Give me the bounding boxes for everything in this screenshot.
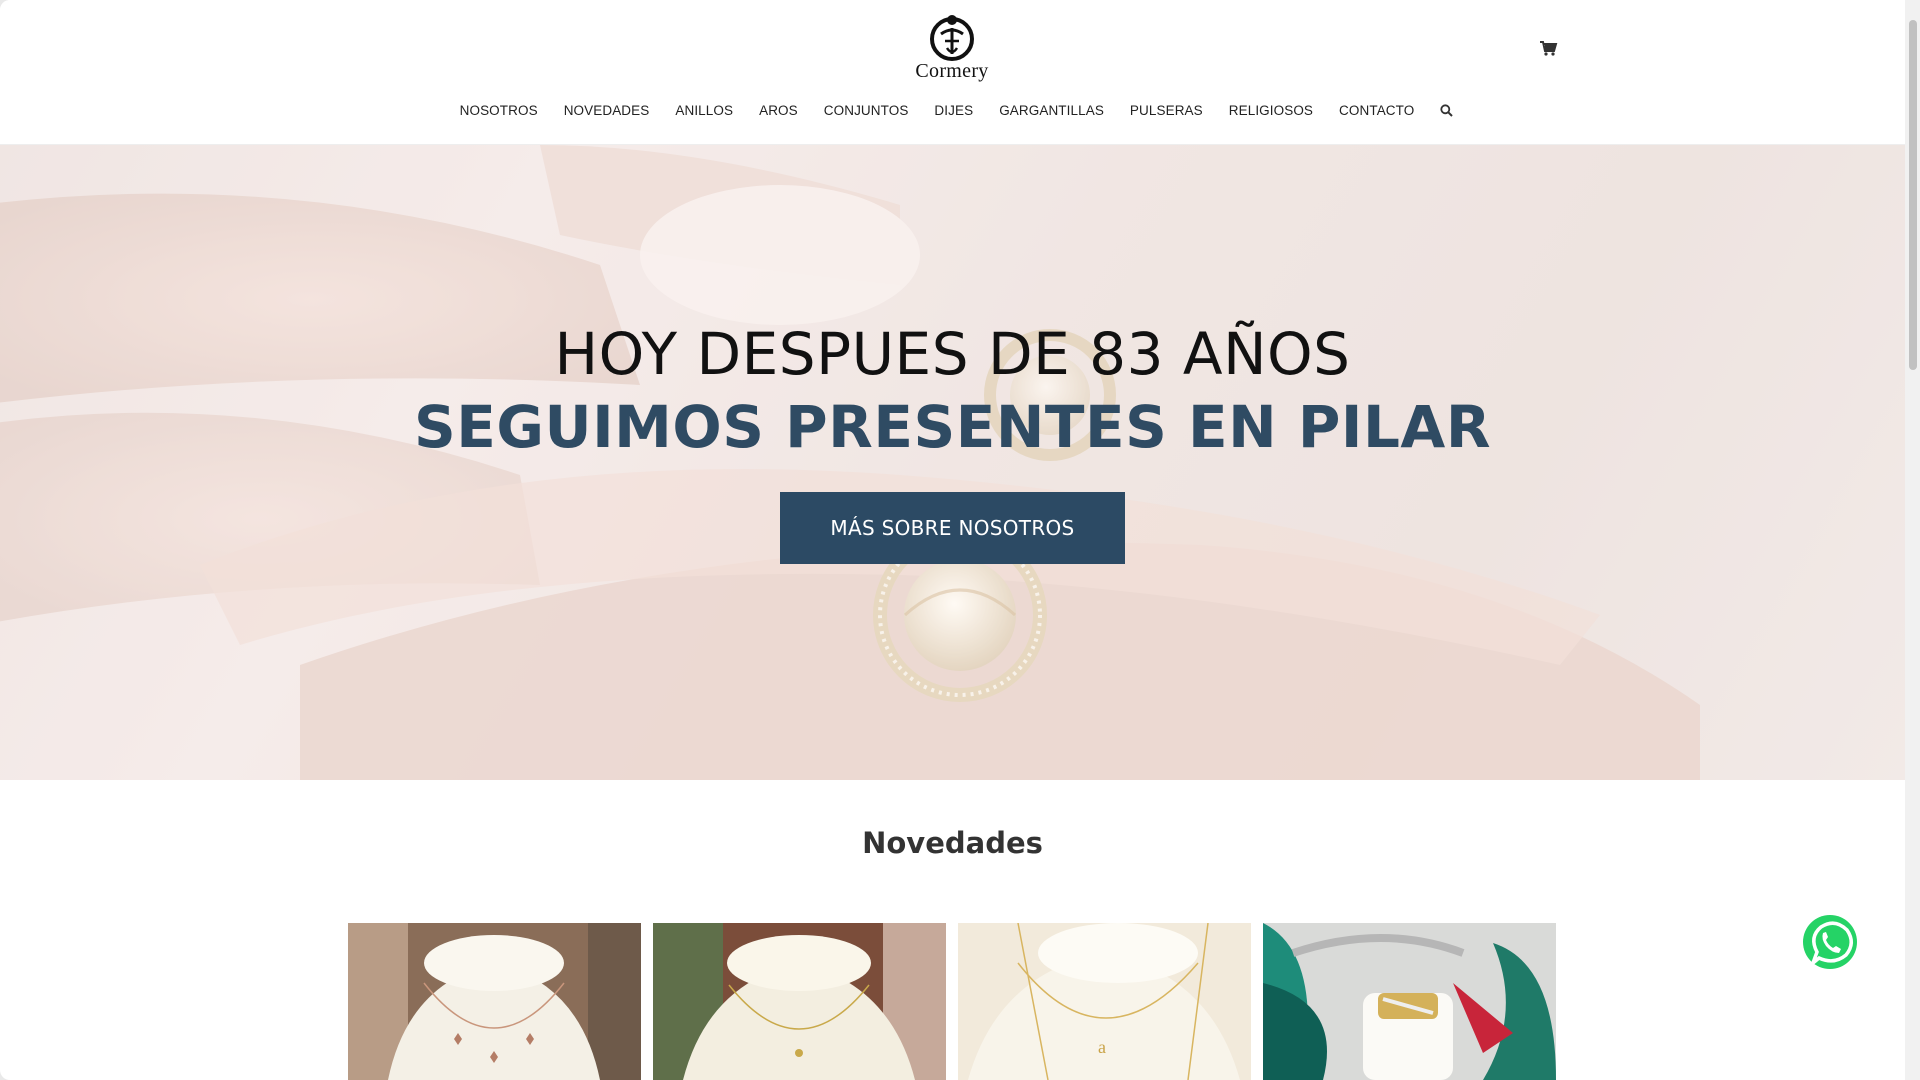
- nav-item-religiosos[interactable]: RELIGIOSOS: [1216, 103, 1326, 118]
- site-header: Cormery NOSOTROS NOVEDADES ANILLOS AROS …: [0, 0, 1905, 145]
- product-image: a: [958, 923, 1251, 1080]
- product-grid: a: [348, 923, 1558, 1080]
- main-navigation: NOSOTROS NOVEDADES ANILLOS AROS CONJUNTO…: [0, 96, 1905, 124]
- product-image: [348, 923, 641, 1080]
- nav-item-gargantillas[interactable]: GARGANTILLAS: [986, 103, 1117, 118]
- hero-title: HOY DESPUES DE 83 AÑOS: [554, 320, 1351, 388]
- search-icon: [1440, 103, 1454, 117]
- product-card[interactable]: [348, 923, 641, 1080]
- cart-icon[interactable]: [1538, 38, 1558, 58]
- brand-name: Cormery: [915, 60, 989, 82]
- whatsapp-icon[interactable]: [1801, 913, 1859, 971]
- product-card[interactable]: [1263, 923, 1556, 1080]
- product-card[interactable]: [653, 923, 946, 1080]
- novedades-heading: Novedades: [862, 826, 1043, 860]
- nav-list: NOSOTROS NOVEDADES ANILLOS AROS CONJUNTO…: [447, 103, 1467, 118]
- brand-logo[interactable]: Cormery: [907, 14, 997, 84]
- vertical-scrollbar[interactable]: [1905, 0, 1920, 1080]
- hero-overlay: [0, 145, 1905, 780]
- browser-viewport: Cormery NOSOTROS NOVEDADES ANILLOS AROS …: [0, 0, 1905, 1080]
- hero-subtitle: SEGUIMOS PRESENTES EN PILAR: [414, 393, 1491, 461]
- svg-text:a: a: [1098, 1037, 1106, 1057]
- nav-item-dijes[interactable]: DIJES: [921, 103, 986, 118]
- product-image: [1263, 923, 1556, 1080]
- nav-item-anillos[interactable]: ANILLOS: [662, 103, 746, 118]
- nav-item-pulseras[interactable]: PULSERAS: [1117, 103, 1216, 118]
- nav-item-conjuntos[interactable]: CONJUNTOS: [811, 103, 922, 118]
- product-image: [653, 923, 946, 1080]
- product-card[interactable]: a: [958, 923, 1251, 1080]
- hero-banner: [0, 145, 1905, 780]
- logo-monogram-icon: [930, 15, 974, 61]
- nav-item-contacto[interactable]: CONTACTO: [1326, 103, 1427, 118]
- nav-item-aros[interactable]: AROS: [746, 103, 811, 118]
- nav-search-button[interactable]: [1427, 103, 1466, 117]
- about-us-button[interactable]: MÁS SOBRE NOSOTROS: [780, 492, 1125, 564]
- nav-item-nosotros[interactable]: NOSOTROS: [447, 103, 551, 118]
- scrollbar-thumb[interactable]: [1909, 20, 1917, 370]
- nav-item-novedades[interactable]: NOVEDADES: [551, 103, 663, 118]
